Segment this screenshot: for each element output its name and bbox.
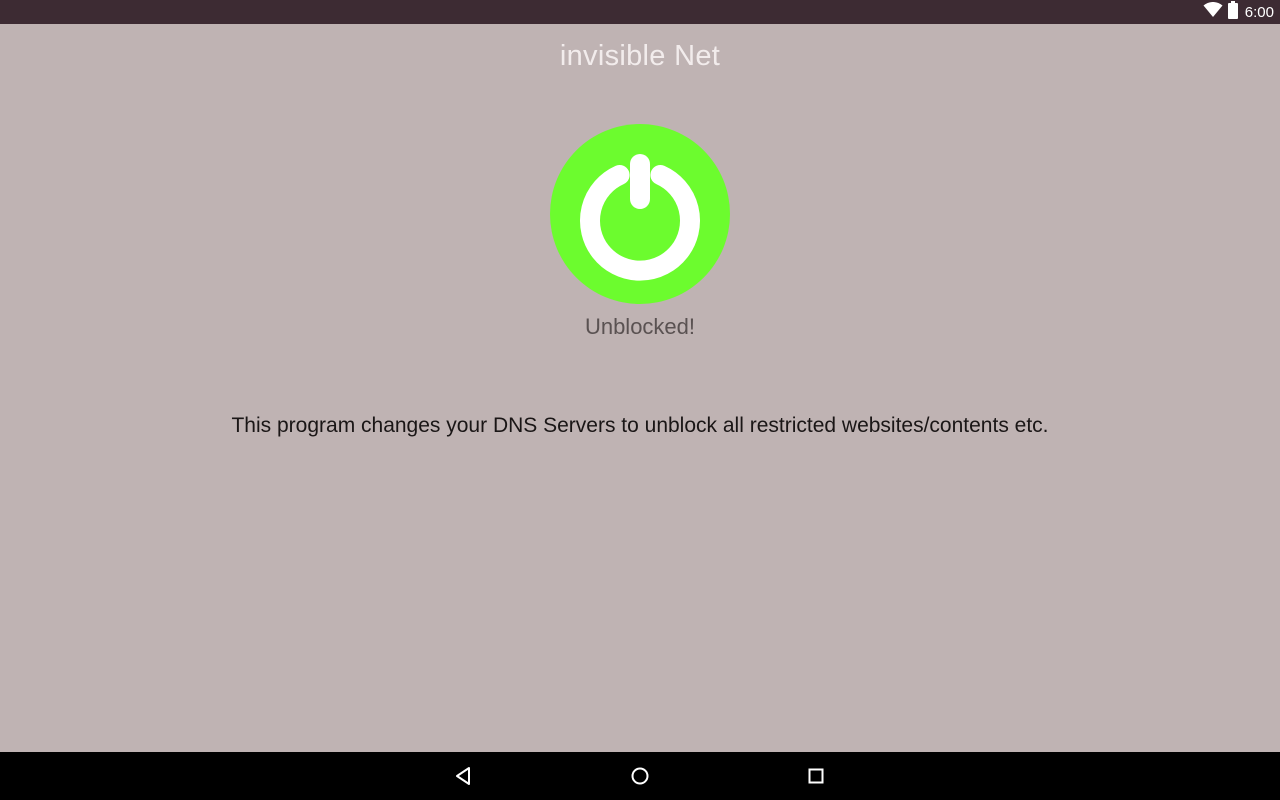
status-time: 6:00 bbox=[1244, 3, 1274, 21]
status-icons: 6:00 bbox=[1203, 0, 1274, 24]
back-button[interactable] bbox=[432, 752, 496, 800]
status-bar: 6:00 bbox=[0, 0, 1280, 24]
recents-button[interactable] bbox=[784, 752, 848, 800]
power-icon bbox=[550, 124, 730, 304]
app-description: This program changes your DNS Servers to… bbox=[231, 414, 1049, 437]
home-icon bbox=[631, 767, 649, 785]
app-title: invisible Net bbox=[559, 40, 721, 72]
app-screen: 6:00 invisible Net Unblocked! This progr… bbox=[0, 0, 1280, 800]
connection-status-label: Unblocked! bbox=[584, 314, 696, 339]
battery-icon bbox=[1227, 1, 1239, 23]
wifi-icon bbox=[1203, 1, 1223, 22]
home-button[interactable] bbox=[608, 752, 672, 800]
navigation-bar bbox=[0, 752, 1280, 800]
recents-icon bbox=[808, 768, 824, 784]
power-toggle-button[interactable] bbox=[550, 124, 730, 304]
back-icon bbox=[456, 767, 470, 785]
